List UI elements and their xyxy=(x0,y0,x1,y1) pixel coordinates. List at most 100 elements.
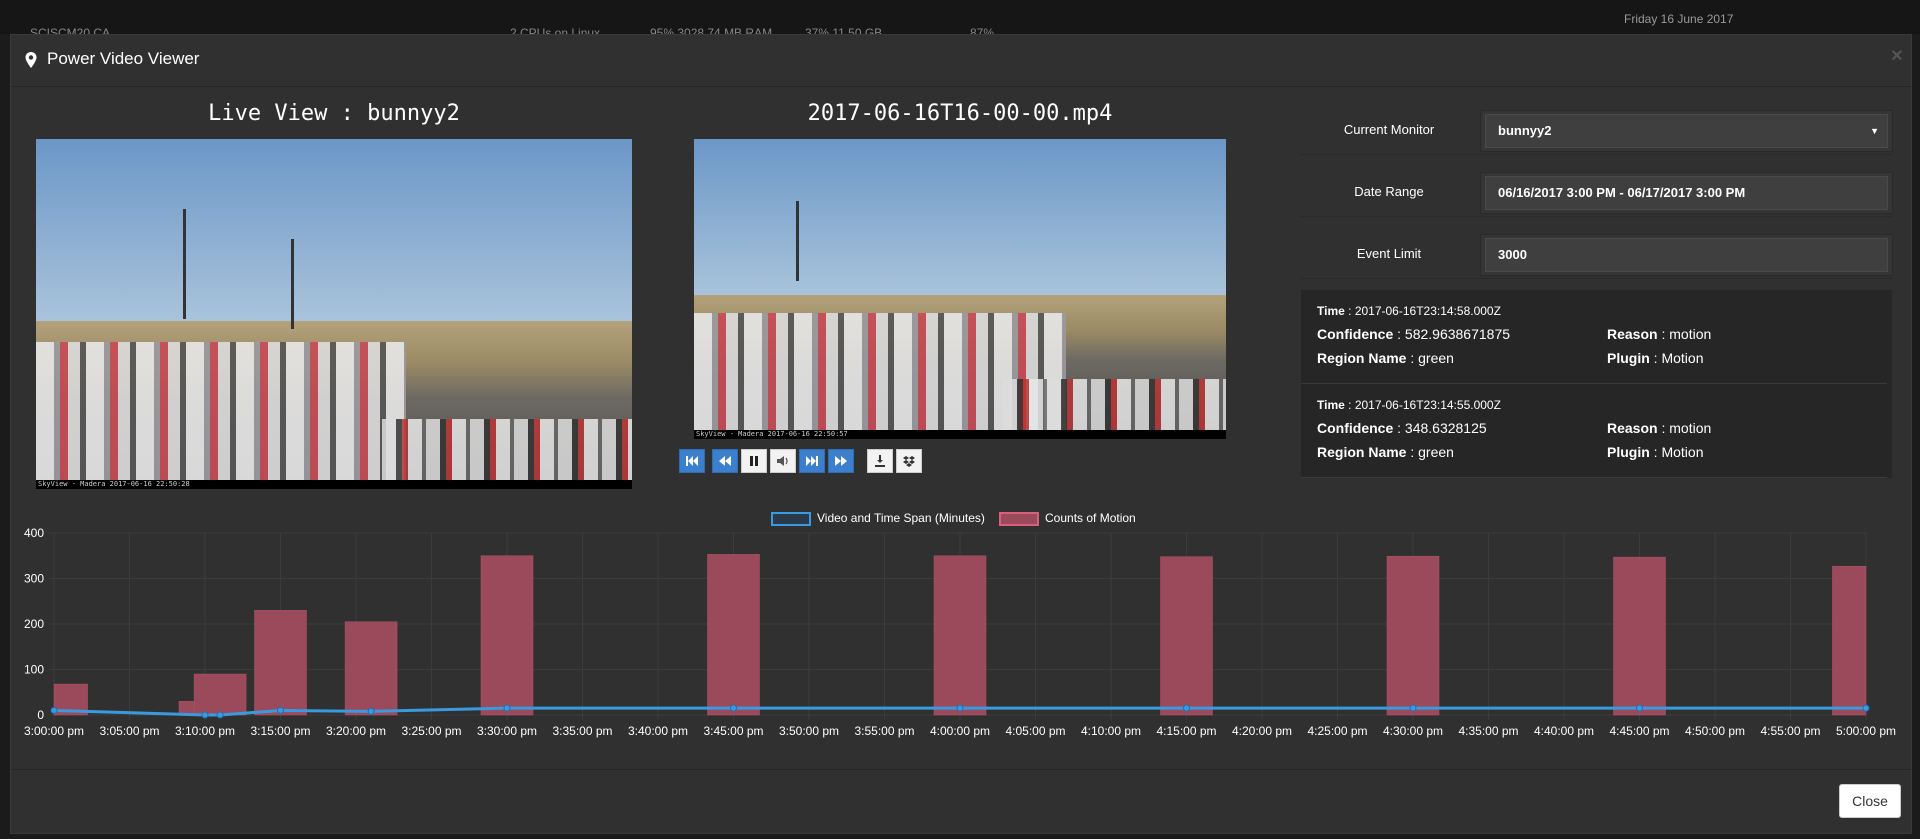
event-confidence: 582.9638671875 xyxy=(1404,326,1511,342)
x-tick-label: 4:50:00 pm xyxy=(1685,724,1745,738)
x-tick-label: 3:30:00 pm xyxy=(477,724,537,738)
rewind-button[interactable] xyxy=(712,449,738,473)
chart-point xyxy=(216,711,224,719)
x-tick-label: 3:40:00 pm xyxy=(628,724,688,738)
motion-chart: 0 100 200 300 400 3:00:00 pm 3:05:00 pm 3:10:00… xyxy=(24,526,1896,738)
download-button[interactable] xyxy=(867,449,893,473)
power-video-viewer-modal: Power Video Viewer × Live View : bunnyy2… xyxy=(10,34,1912,834)
x-tick-label: 4:55:00 pm xyxy=(1760,724,1820,738)
download-icon xyxy=(875,455,885,467)
x-tick-label: 4:45:00 pm xyxy=(1609,724,1669,738)
x-tick-label: 3:45:00 pm xyxy=(703,724,763,738)
y-tick-label: 200 xyxy=(24,617,44,631)
chart-bar xyxy=(933,555,987,716)
x-tick-label: 3:20:00 pm xyxy=(326,724,386,738)
chart-bar xyxy=(254,610,307,716)
x-tick-label: 4:40:00 pm xyxy=(1534,724,1594,738)
chart-point xyxy=(730,704,737,712)
live-timestamp: SkyView - Madera 2017-06-16 22:50:28 xyxy=(36,480,632,489)
modal-footer: Close xyxy=(11,769,1911,835)
event-limit-label: Event Limit xyxy=(1356,246,1422,261)
chart-bar xyxy=(1613,556,1666,716)
x-tick-label: 4:00:00 pm xyxy=(930,724,990,738)
x-tick-label: 3:25:00 pm xyxy=(401,724,461,738)
chevron-down-icon: ▼ xyxy=(1870,126,1879,136)
event-limit-input[interactable]: 3000 xyxy=(1485,238,1888,272)
modal-header: Power Video Viewer × xyxy=(11,35,1911,87)
event-confidence: 348.6328125 xyxy=(1404,420,1487,436)
chart-point xyxy=(1862,704,1870,712)
skip-end-button[interactable] xyxy=(799,449,825,473)
x-tick-label: 3:05:00 pm xyxy=(99,724,159,738)
event-time: 2017-06-16T23:14:55.000Z xyxy=(1354,398,1501,412)
x-tick-label: 3:00:00 pm xyxy=(24,724,84,738)
x-tick-label: 5:00:00 pm xyxy=(1836,724,1896,738)
fast-forward-button[interactable] xyxy=(828,449,854,473)
rewind-icon xyxy=(719,456,731,466)
chart-bar xyxy=(1386,555,1440,716)
chart-point xyxy=(1409,704,1417,712)
y-tick-label: 100 xyxy=(24,663,44,677)
date-range-input[interactable]: 06/16/2017 3:00 PM - 06/17/2017 3:00 PM xyxy=(1485,176,1888,210)
close-button[interactable]: Close xyxy=(1839,784,1901,818)
skip-end-icon xyxy=(806,456,818,466)
x-tick-label: 3:10:00 pm xyxy=(175,724,235,738)
map-marker-icon xyxy=(25,52,37,68)
live-view-title: Live View : bunnyy2 xyxy=(208,101,460,126)
date-display: Friday 16 June 2017 xyxy=(1624,12,1734,26)
event-item[interactable]: Time : 2017-06-16T23:14:58.000Z Confiden… xyxy=(1301,290,1887,384)
chart-point xyxy=(367,707,375,715)
event-region: green xyxy=(1418,350,1454,366)
monitor-row: Current Monitor bunnyy2 ▼ xyxy=(1299,105,1893,155)
pause-button[interactable] xyxy=(741,449,767,473)
y-tick-label: 0 xyxy=(37,708,44,722)
y-tick-label: 400 xyxy=(24,526,44,540)
x-tick-label: 4:05:00 pm xyxy=(1005,724,1065,738)
modal-title: Power Video Viewer xyxy=(47,49,200,68)
event-item[interactable]: Time : 2017-06-16T23:14:55.000Z Confiden… xyxy=(1301,384,1887,478)
monitor-select-value: bunnyy2 xyxy=(1498,123,1552,138)
x-tick-label: 4:25:00 pm xyxy=(1307,724,1367,738)
chart-bar xyxy=(1160,556,1213,716)
x-tick-label: 4:15:00 pm xyxy=(1156,724,1216,738)
event-reason: motion xyxy=(1669,420,1712,436)
skip-start-icon xyxy=(686,456,698,466)
live-view-video[interactable]: SkyView - Madera 2017-06-16 22:50:28 xyxy=(36,139,632,489)
chart-bar xyxy=(193,673,247,716)
y-tick-label: 300 xyxy=(24,572,44,586)
x-tick-label: 3:15:00 pm xyxy=(250,724,310,738)
events-list[interactable]: Time : 2017-06-16T23:14:58.000Z Confiden… xyxy=(1300,289,1893,479)
skip-start-button[interactable] xyxy=(679,449,705,473)
date-range-row: Date Range 06/16/2017 3:00 PM - 06/17/20… xyxy=(1299,167,1893,217)
date-range-label: Date Range xyxy=(1354,184,1424,199)
playback-file-title: 2017-06-16T16-00-00.mp4 xyxy=(807,101,1113,126)
chart-point xyxy=(50,706,58,714)
event-region: green xyxy=(1418,444,1454,460)
chart-point xyxy=(1636,704,1643,712)
chart-point xyxy=(1183,704,1190,712)
legend-swatch-line xyxy=(771,512,811,526)
chart-point xyxy=(201,711,209,719)
dropbox-button[interactable] xyxy=(896,449,922,473)
chart-point xyxy=(503,704,511,712)
x-tick-label: 3:35:00 pm xyxy=(552,724,612,738)
chart-bar xyxy=(1832,565,1867,716)
x-tick-label: 4:30:00 pm xyxy=(1383,724,1443,738)
monitor-select[interactable]: bunnyy2 ▼ xyxy=(1485,114,1888,148)
modal-close-x[interactable]: × xyxy=(1891,45,1903,68)
x-tick-label: 4:20:00 pm xyxy=(1232,724,1292,738)
event-plugin: Motion xyxy=(1661,350,1704,366)
x-tick-label: 3:55:00 pm xyxy=(854,724,914,738)
legend-label-bar: Counts of Motion xyxy=(1045,511,1136,525)
volume-button[interactable] xyxy=(770,449,796,473)
legend-swatch-bar xyxy=(999,512,1039,526)
x-tick-label: 3:50:00 pm xyxy=(779,724,839,738)
event-plugin: Motion xyxy=(1661,444,1704,460)
chart-point xyxy=(956,704,964,712)
playback-timestamp: SkyView - Madera 2017-06-16 22:50:57 xyxy=(694,430,1226,439)
chart-bar xyxy=(707,554,760,716)
event-time: 2017-06-16T23:14:58.000Z xyxy=(1354,304,1501,318)
fast-forward-icon xyxy=(835,456,847,466)
top-navbar: SCISCM20 CA 2 CPUs on Linux 95% 3028.74 … xyxy=(0,0,1920,40)
playback-video[interactable]: SkyView - Madera 2017-06-16 22:50:57 xyxy=(694,139,1226,439)
